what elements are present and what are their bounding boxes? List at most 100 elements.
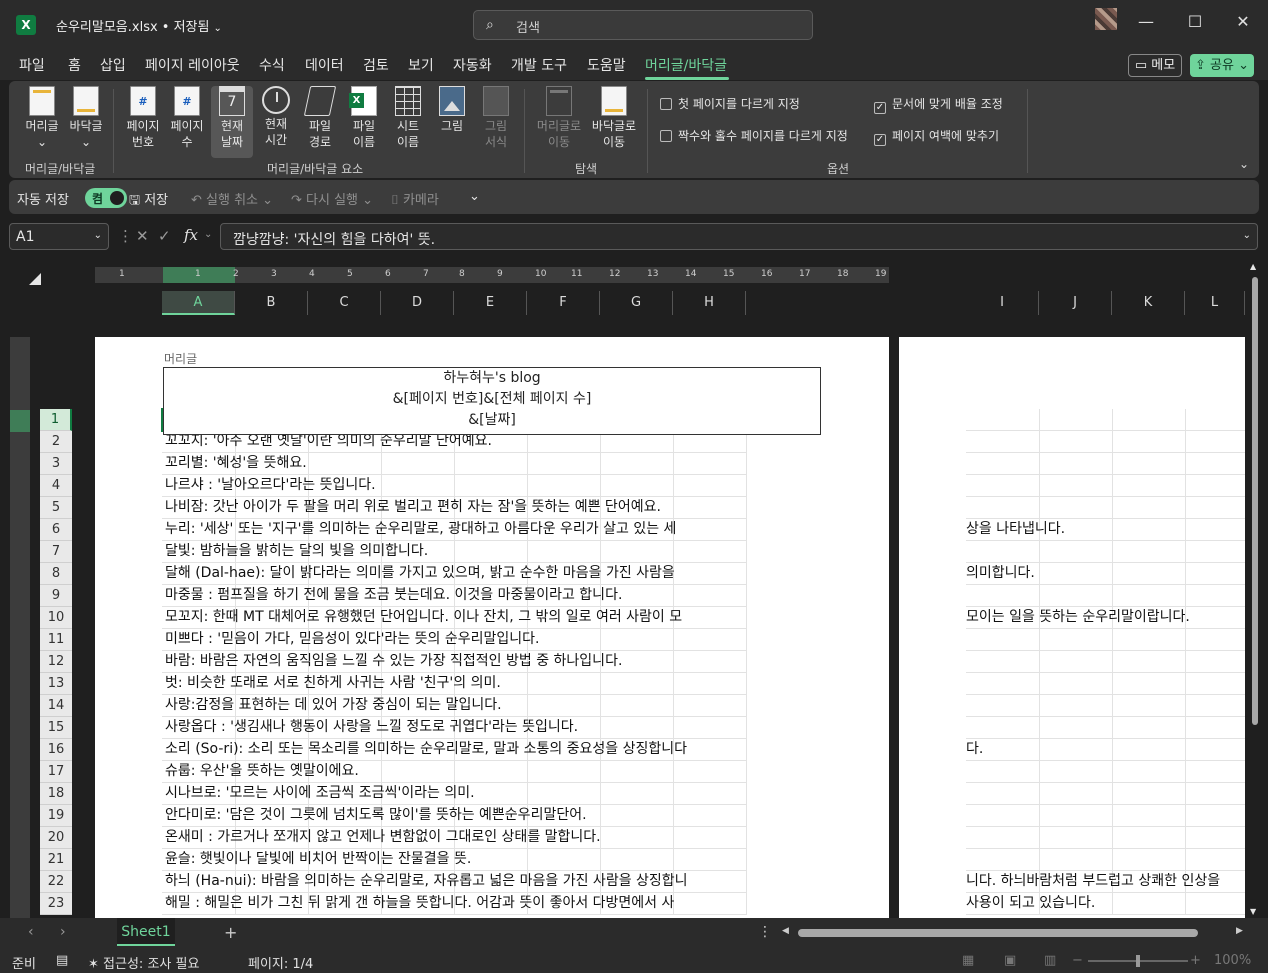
- vertical-scrollbar[interactable]: ▲ ▼: [1248, 260, 1262, 918]
- cell-text[interactable]: 윤슬: 햇빛이나 달빛에 비치어 반짝이는 잔물결을 뜻.: [165, 848, 747, 870]
- row-header-22[interactable]: 22: [40, 871, 72, 893]
- column-header-e[interactable]: E: [454, 291, 527, 315]
- cell-text-overflow[interactable]: 의미합니다.: [966, 562, 1245, 584]
- row-header-3[interactable]: 3: [40, 453, 72, 475]
- row-header-1[interactable]: 1: [40, 409, 72, 431]
- current-time-button[interactable]: 현재 시간: [255, 86, 297, 148]
- row-header-9[interactable]: 9: [40, 585, 72, 607]
- row-header-13[interactable]: 13: [40, 673, 72, 695]
- chevron-down-icon[interactable]: ⌄: [204, 229, 212, 240]
- file-title[interactable]: 순우리말모음.xlsx • 저장됨 ⌄: [56, 16, 222, 35]
- cell-text[interactable]: 모꼬지: 한때 MT 대체어로 유행했던 단어입니다. 이나 잔치, 그 밖의 …: [165, 606, 747, 628]
- row-header-7[interactable]: 7: [40, 541, 72, 563]
- cell-text[interactable]: 벗: 비슷한 또래로 서로 친하게 사귀는 사람 '친구'의 의미.: [165, 672, 747, 694]
- page-layout-view-icon[interactable]: ▣: [1004, 953, 1016, 968]
- file-name-button[interactable]: X 파일 이름: [343, 86, 385, 150]
- cell-text[interactable]: 꼬리별: '혜성'을 뜻해요.: [165, 452, 747, 474]
- formula-input[interactable]: 깜냥깜냥: '자신의 힘을 다하여' 뜻. ⌄: [220, 223, 1258, 250]
- tab-home[interactable]: 홈: [68, 55, 81, 75]
- avatar[interactable]: [1095, 8, 1117, 30]
- row-header-10[interactable]: 10: [40, 607, 72, 629]
- column-header-j[interactable]: J: [1039, 291, 1112, 315]
- cell-text-overflow[interactable]: 상을 나타냅니다.: [966, 518, 1245, 540]
- option-align-with-margins[interactable]: ✓ 페이지 여백에 맞추기: [874, 127, 999, 146]
- share-button[interactable]: ⇪ 공유 ⌄: [1190, 54, 1254, 77]
- checkbox-checked[interactable]: ✓: [874, 102, 886, 114]
- column-header-k[interactable]: K: [1112, 291, 1185, 315]
- cell-text[interactable]: 미쁘다 : '믿음이 가다, 믿음성이 있다'라는 뜻의 순우리말입니다.: [165, 628, 747, 650]
- cell-text[interactable]: 하늬 (Ha-nui): 바람을 의미하는 순우리말로, 자유롭고 넓은 마음을…: [165, 870, 747, 892]
- enter-icon[interactable]: ✓: [158, 227, 171, 245]
- row-header-16[interactable]: 16: [40, 739, 72, 761]
- option-different-first-page[interactable]: 첫 페이지를 다르게 지정: [660, 95, 800, 112]
- go-to-footer-button[interactable]: 바닥글로 이동: [587, 86, 641, 150]
- autosave-toggle[interactable]: 켬: [85, 188, 127, 208]
- go-to-header-button[interactable]: 머리글로 이동: [532, 86, 586, 150]
- cell-text[interactable]: 달해 (Dal-hae): 달이 밝다라는 의미를 가지고 있으며, 밝고 순수…: [165, 562, 747, 584]
- column-header-l[interactable]: L: [1185, 291, 1245, 315]
- column-header-i[interactable]: I: [966, 291, 1039, 315]
- row-header-8[interactable]: 8: [40, 563, 72, 585]
- row-header-18[interactable]: 18: [40, 783, 72, 805]
- row-header-6[interactable]: 6: [40, 519, 72, 541]
- maximize-icon[interactable]: ☐: [1183, 12, 1207, 31]
- scroll-left-icon[interactable]: ◀: [782, 926, 789, 936]
- row-header-17[interactable]: 17: [40, 761, 72, 783]
- next-sheet-icon[interactable]: ›: [60, 924, 66, 940]
- page-number-button[interactable]: # 페이지 번호: [122, 86, 164, 150]
- cell-text[interactable]: 시나브로: '모르는 사이에 조금씩 조금씩'이라는 의미.: [165, 782, 747, 804]
- page-break-view-icon[interactable]: ▥: [1044, 953, 1056, 968]
- file-path-button[interactable]: 파일 경로: [299, 86, 341, 150]
- format-picture-button[interactable]: 그림 서식: [475, 86, 517, 150]
- scroll-right-icon[interactable]: ▶: [1236, 926, 1243, 936]
- checkbox-unchecked[interactable]: [660, 130, 672, 142]
- accessibility-status[interactable]: ✶ 접근성: 조사 필요: [88, 953, 199, 972]
- cell-text[interactable]: 나르샤 : '날아오르다'라는 뜻입니다.: [165, 474, 747, 496]
- name-box[interactable]: A1 ⌄: [9, 223, 109, 250]
- cell-text[interactable]: 마중물 : 펌프질을 하기 전에 물을 조금 붓는데요. 이것을 마중물이라고 …: [165, 584, 747, 606]
- column-header-b[interactable]: B: [235, 291, 308, 315]
- zoom-out-icon[interactable]: −: [1072, 953, 1083, 968]
- cell-text[interactable]: 사랑:감정을 표현하는 데 있어 가장 중심이 되는 말입니다.: [165, 694, 747, 716]
- insert-function-icon[interactable]: fx: [184, 226, 198, 244]
- save-button[interactable]: 🖫 저장: [129, 189, 168, 213]
- cell-text[interactable]: 달빛: 밤하늘을 밝히는 달의 빛을 의미합니다.: [165, 540, 747, 562]
- footer-button[interactable]: 바닥글 ⌄: [65, 86, 107, 150]
- row-header-11[interactable]: 11: [40, 629, 72, 651]
- customize-qat-icon[interactable]: ⌄: [469, 189, 480, 204]
- redo-button[interactable]: ↷ 다시 실행 ⌄: [291, 189, 373, 208]
- cell-text-overflow[interactable]: 모이는 일을 뜻하는 순우리말이랍니다.: [966, 606, 1245, 628]
- close-icon[interactable]: ✕: [1231, 12, 1255, 31]
- picture-button[interactable]: 그림: [431, 86, 473, 134]
- cell-text[interactable]: 슈룹: 우산'을 뜻하는 옛말이에요.: [165, 760, 747, 782]
- normal-view-icon[interactable]: ▦: [962, 953, 974, 968]
- cell-text-overflow[interactable]: 사용이 되고 있습니다.: [966, 892, 1245, 914]
- select-all-corner[interactable]: [29, 273, 41, 285]
- cell-text[interactable]: 해밀 : 해밀은 비가 그친 뒤 맑게 갠 하늘을 뜻합니다. 어감과 뜻이 좋…: [165, 892, 747, 914]
- column-header-c[interactable]: C: [308, 291, 381, 315]
- cell-text[interactable]: 소리 (So-ri): 소리 또는 목소리를 의미하는 순우리말로, 말과 소통…: [165, 738, 747, 760]
- header-button[interactable]: 머리글 ⌄: [21, 86, 63, 150]
- scrollbar-thumb[interactable]: [1252, 277, 1258, 725]
- checkbox-unchecked[interactable]: [660, 98, 672, 110]
- macro-record-icon[interactable]: ▤: [56, 953, 68, 968]
- horizontal-scrollbar-thumb[interactable]: [798, 929, 1198, 937]
- cell-text-overflow[interactable]: 니다. 하늬바람처럼 부드럽고 상쾌한 인상을: [966, 870, 1245, 892]
- tab-insert[interactable]: 삽입: [100, 55, 126, 75]
- checkbox-checked[interactable]: ✓: [874, 134, 886, 146]
- header-editor[interactable]: 하누혀누's blog &[페이지 번호]&[전체 페이지 수] &[날짜]: [163, 367, 821, 435]
- tab-data[interactable]: 데이터: [305, 55, 344, 75]
- more-icon[interactable]: ⋮: [118, 227, 133, 245]
- cancel-icon[interactable]: ✕: [136, 227, 149, 245]
- row-header-4[interactable]: 4: [40, 475, 72, 497]
- column-header-g[interactable]: G: [600, 291, 673, 315]
- row-header-15[interactable]: 15: [40, 717, 72, 739]
- option-different-odd-even[interactable]: 짝수와 홀수 페이지를 다르게 지정: [660, 127, 848, 144]
- tab-header-footer[interactable]: 머리글/바닥글: [645, 55, 727, 75]
- tab-page-layout[interactable]: 페이지 레이아웃: [145, 55, 240, 75]
- cell-text[interactable]: 안다미로: '담은 것이 그릇에 넘치도록 많이'를 뜻하는 예쁜순우리말단어.: [165, 804, 747, 826]
- column-header-d[interactable]: D: [381, 291, 454, 315]
- tab-file[interactable]: 파일: [19, 55, 45, 75]
- row-header-5[interactable]: 5: [40, 497, 72, 519]
- cell-text[interactable]: 누리: '세상' 또는 '지구'를 의미하는 순우리말로, 광대하고 아름다운 …: [165, 518, 747, 540]
